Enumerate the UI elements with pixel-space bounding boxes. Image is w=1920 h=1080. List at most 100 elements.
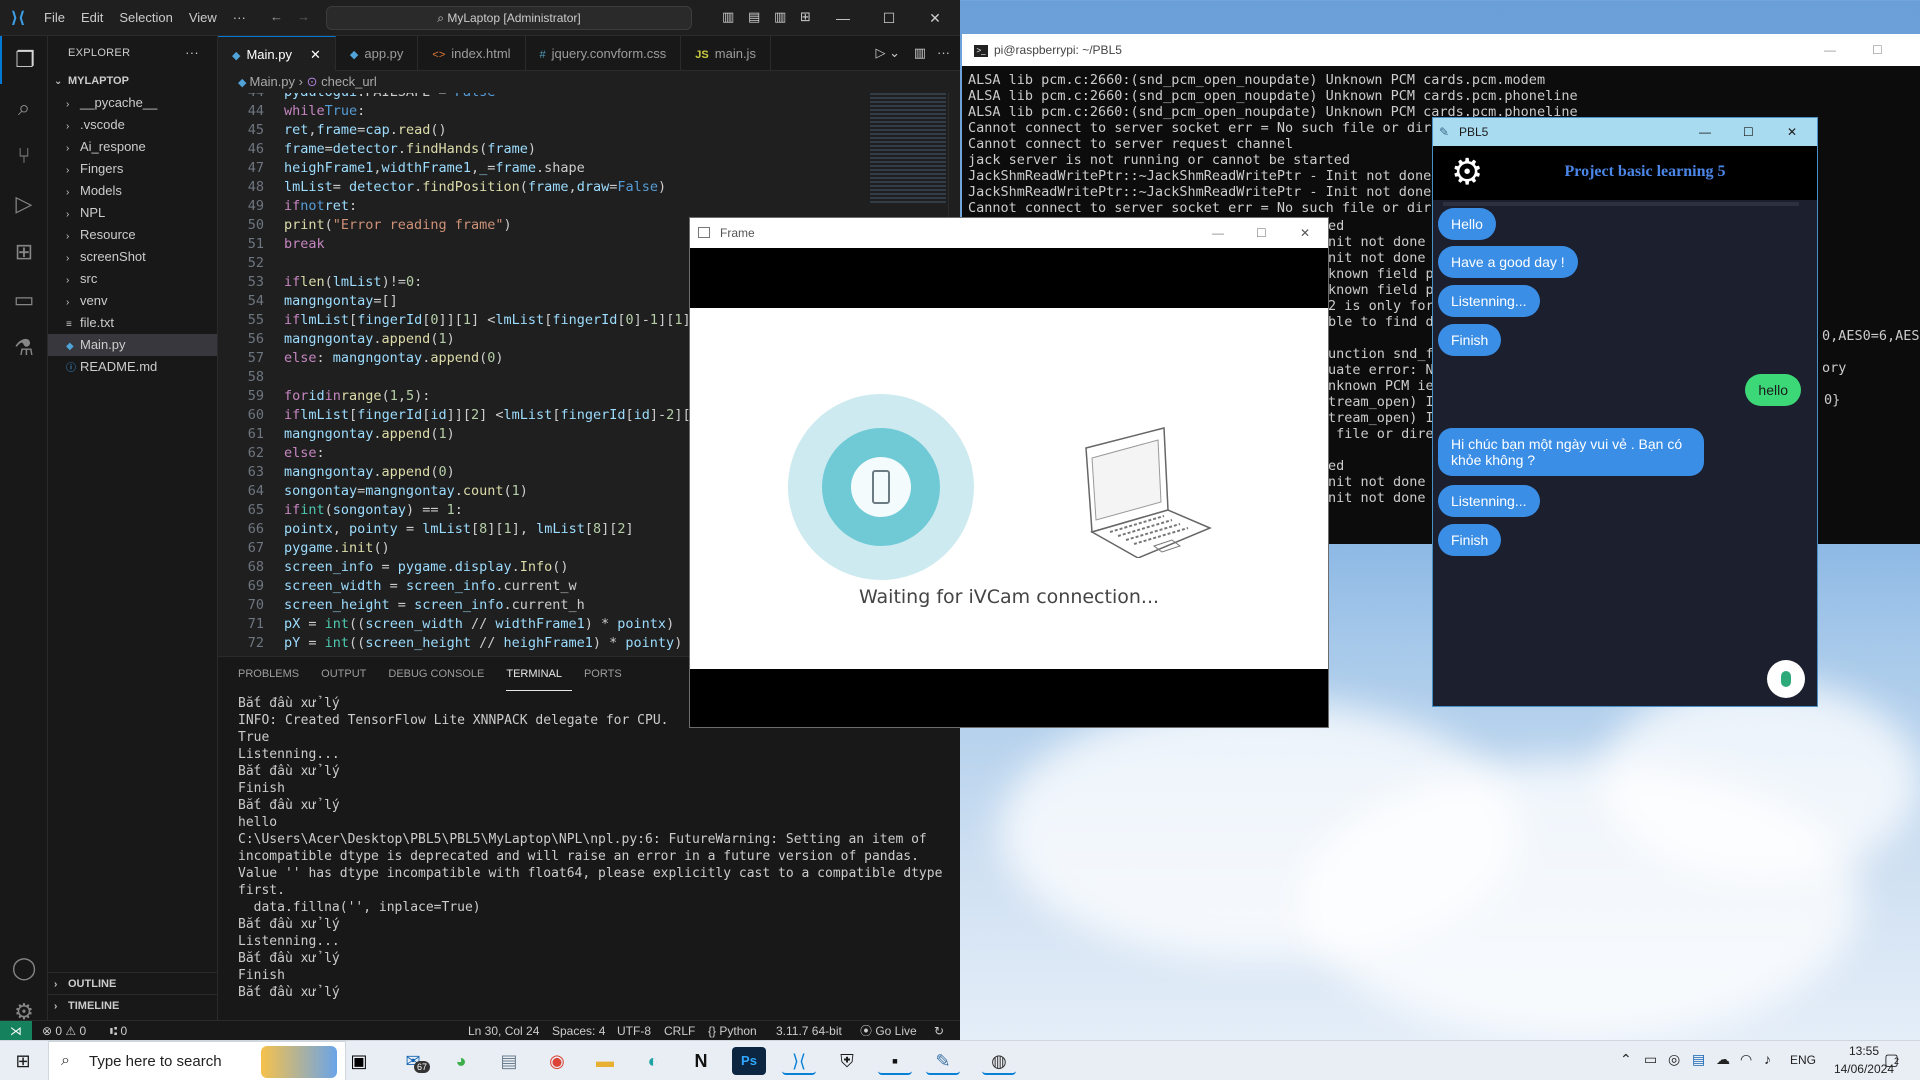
panel-tab-debug-console[interactable]: DEBUG CONSOLE [388, 657, 494, 691]
editor-more-icon[interactable]: ··· [937, 45, 950, 60]
python-app-icon[interactable]: ✎ [926, 1047, 960, 1075]
tree-folder[interactable]: › Resource [48, 224, 217, 246]
pbl5-close-button[interactable]: ✕ [1787, 118, 1797, 146]
security-shield-icon[interactable]: ⛨ [830, 1047, 864, 1075]
windows-start-icon[interactable]: ⊞ [6, 1047, 40, 1075]
ime-icon[interactable]: ▤ [1692, 1051, 1705, 1068]
python-interpreter[interactable]: 3.11.7 64-bit [776, 1021, 842, 1041]
mail-icon[interactable]: ✉ 67 [396, 1047, 431, 1075]
taskbar-search[interactable]: ⌕ Type here to search [48, 1041, 346, 1080]
frame-close-button[interactable]: ✕ [1300, 218, 1310, 248]
nav-back-icon[interactable]: ← [270, 9, 283, 24]
tree-folder[interactable]: › .vscode [48, 114, 217, 136]
command-center-search[interactable]: ⌕ MyLaptop [Administrator] [326, 6, 692, 30]
go-live-button[interactable]: ⦿ Go Live [860, 1021, 917, 1041]
search-icon[interactable]: ⌕ [0, 84, 48, 132]
remote-icon[interactable]: ⋊ [0, 1021, 32, 1041]
breadcrumb-symbol[interactable]: check_url [321, 74, 377, 89]
menu-file[interactable]: File [36, 10, 73, 25]
notion-icon[interactable]: N [684, 1047, 718, 1075]
edge-icon[interactable]: ◐ [636, 1047, 670, 1075]
toggle-secondary-sidebar-icon[interactable]: ▥ [774, 9, 786, 25]
panel-tab-terminal[interactable]: TERMINAL [506, 657, 572, 691]
tree-file[interactable]: ≡ file.txt [48, 312, 217, 334]
source-control-icon[interactable]: ⑂ [0, 132, 48, 180]
file-explorer-icon[interactable]: ▬ [588, 1047, 622, 1075]
problems-status[interactable]: ⊗ 0 ⚠ 0 [42, 1021, 86, 1041]
notification-center-icon[interactable]: ▢ 2 [1884, 1050, 1899, 1070]
tab-jquery-convform-css[interactable]: # jquery.convform.css [526, 36, 682, 71]
minimap[interactable] [870, 93, 946, 203]
wifi-icon[interactable]: ◠ [1740, 1051, 1752, 1068]
pi-minimize-button[interactable]: — [1824, 34, 1836, 66]
tree-folder[interactable]: › venv [48, 290, 217, 312]
indentation-status[interactable]: Spaces: 4 [552, 1021, 605, 1041]
tree-folder[interactable]: › src [48, 268, 217, 290]
tree-file[interactable]: ◆ Main.py [48, 334, 217, 356]
nav-forward-icon[interactable]: → [297, 9, 310, 24]
testing-icon[interactable]: ⚗ [0, 324, 48, 372]
photoshop-icon[interactable]: Ps [732, 1047, 766, 1075]
chrome-icon[interactable]: ◉ [540, 1047, 574, 1075]
menu-view[interactable]: View [181, 10, 225, 25]
encoding-status[interactable]: UTF-8 [617, 1021, 651, 1041]
vscode-maximize-button[interactable]: ☐ [866, 0, 912, 36]
mic-button[interactable] [1767, 660, 1805, 698]
chevron-up-icon[interactable]: ⌃ [1620, 1051, 1632, 1068]
tree-folder[interactable]: › NPL [48, 202, 217, 224]
terminal-taskbar-icon[interactable]: ▪ [878, 1047, 912, 1075]
cursor-position[interactable]: Ln 30, Col 24 [468, 1021, 539, 1041]
project-root[interactable]: ⌄ MYLAPTOP [48, 70, 217, 92]
extensions-icon[interactable]: ⊞ [0, 228, 48, 276]
tab-main-py[interactable]: ◆ Main.py ✕ [218, 36, 336, 71]
ports-status[interactable]: ⑆ 0 [110, 1021, 127, 1041]
menu-edit[interactable]: Edit [73, 10, 111, 25]
menu-more[interactable]: ··· [225, 10, 254, 25]
photos-icon[interactable]: ▤ [492, 1047, 526, 1075]
ivcam-icon[interactable]: ◍ [982, 1047, 1016, 1075]
panel-tab-problems[interactable]: PROBLEMS [238, 657, 309, 691]
tree-file[interactable]: ⓘ README.md [48, 356, 217, 378]
tab-app-py[interactable]: ◆ app.py [336, 36, 419, 71]
eol-status[interactable]: CRLF [664, 1021, 695, 1041]
tree-folder[interactable]: › Models [48, 180, 217, 202]
tree-folder[interactable]: › Fingers [48, 158, 217, 180]
split-editor-icon[interactable]: ▥ [914, 45, 926, 61]
tab-main-js[interactable]: JS main.js [681, 36, 771, 71]
run-debug-icon[interactable]: ▷ [0, 180, 48, 228]
clock-date[interactable]: 14/06/2024 [1800, 1062, 1894, 1076]
pbl5-maximize-button[interactable]: ☐ [1743, 118, 1754, 146]
explorer-icon[interactable]: ❐ [0, 36, 48, 84]
explorer-more-icon[interactable]: ··· [185, 36, 199, 70]
close-icon[interactable]: ✕ [310, 47, 321, 62]
battery-icon[interactable]: ▭ [1644, 1051, 1657, 1068]
account-icon[interactable]: ◯ [0, 944, 48, 992]
remote-explorer-icon[interactable]: ▭ [0, 276, 48, 324]
pi-maximize-button[interactable]: ☐ [1872, 34, 1883, 66]
customize-layout-icon[interactable]: ⊞ [800, 9, 811, 25]
tree-folder[interactable]: › screenShot [48, 246, 217, 268]
onedrive-icon[interactable]: ☁ [1716, 1051, 1730, 1068]
pbl5-minimize-button[interactable]: — [1699, 118, 1711, 146]
tab-index-html[interactable]: <> index.html [418, 36, 526, 71]
toggle-sidebar-icon[interactable]: ▥ [722, 9, 734, 25]
frame-minimize-button[interactable]: — [1212, 218, 1224, 248]
language-mode[interactable]: {} Python [708, 1021, 757, 1041]
toggle-panel-icon[interactable]: ▤ [748, 9, 760, 25]
outline-section[interactable]: › OUTLINE [48, 972, 217, 994]
menu-selection[interactable]: Selection [111, 10, 180, 25]
breadcrumb-file[interactable]: Main.py [250, 74, 296, 89]
tree-folder[interactable]: › __pycache__ [48, 92, 217, 114]
vscode-close-button[interactable]: ✕ [912, 0, 958, 36]
panel-tab-output[interactable]: OUTPUT [321, 657, 376, 691]
vscode-minimize-button[interactable]: — [820, 0, 866, 36]
camera-icon[interactable]: ◎ [1668, 1051, 1680, 1068]
app-icon[interactable]: ◕ [444, 1047, 478, 1075]
notifications-icon[interactable]: ↻ [934, 1021, 944, 1041]
panel-tab-ports[interactable]: PORTS [584, 657, 632, 691]
terminal-output[interactable]: Bắt đầu xử lý INFO: Created TensorFlow Li… [218, 691, 960, 1001]
tree-folder[interactable]: › Ai_respone [48, 136, 217, 158]
frame-maximize-button[interactable]: ☐ [1256, 218, 1267, 248]
timeline-section[interactable]: › TIMELINE [48, 994, 217, 1016]
run-file-icon[interactable]: ▷ ⌄ [875, 45, 900, 61]
